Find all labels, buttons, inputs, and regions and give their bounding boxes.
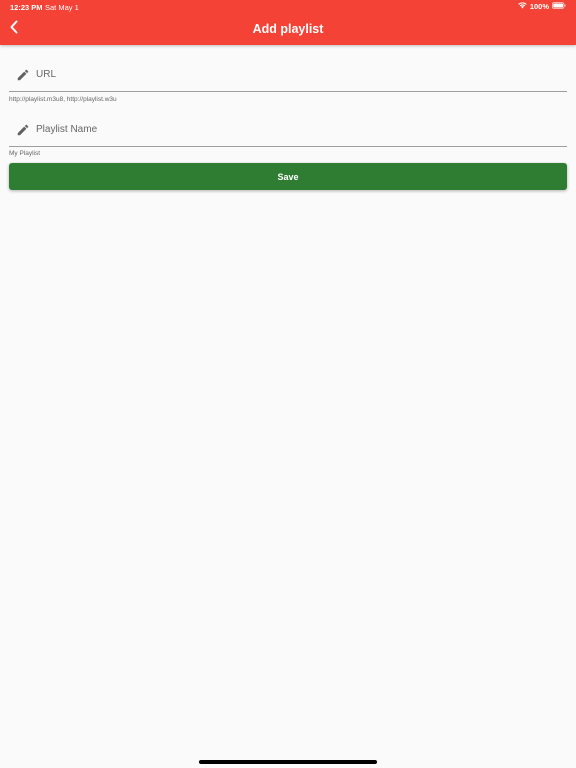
url-input[interactable] <box>36 63 556 85</box>
home-indicator <box>199 760 377 764</box>
pencil-icon <box>16 123 30 137</box>
battery-percent: 100% <box>529 2 549 11</box>
url-helper-text: http://playlist.m3u8, http://playlist.w3… <box>9 96 117 103</box>
playlist-name-input[interactable] <box>36 118 556 140</box>
app-bar: 12:23 PM Sat May 1 100% Add playlist <box>0 0 576 45</box>
status-indicators: 100% <box>518 2 566 11</box>
playlist-name-field[interactable] <box>9 110 567 147</box>
wifi-icon <box>518 2 527 11</box>
url-field[interactable] <box>9 55 567 92</box>
add-playlist-screen: 12:23 PM Sat May 1 100% Add playlist URL… <box>0 0 576 768</box>
battery-icon <box>552 2 566 11</box>
save-button[interactable]: Save <box>9 163 567 190</box>
status-time: 12:23 PM <box>10 3 43 12</box>
status-bar: 12:23 PM Sat May 1 100% <box>0 0 576 14</box>
status-date: Sat May 1 <box>45 3 79 12</box>
pencil-icon <box>16 68 30 82</box>
playlist-name-helper-text: My Playlist <box>9 150 41 157</box>
page-title: Add playlist <box>252 22 324 36</box>
